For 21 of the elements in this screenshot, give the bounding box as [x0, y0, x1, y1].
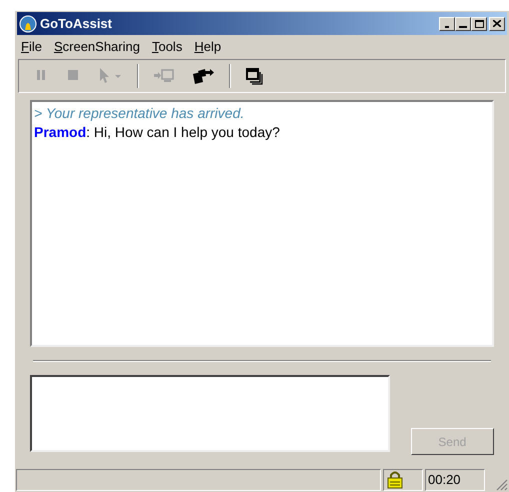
menu-item[interactable]: Tools	[152, 37, 182, 57]
window-title: GoToAssist	[40, 14, 112, 33]
menu-item[interactable]: File	[21, 37, 42, 57]
close-button[interactable]	[489, 16, 505, 30]
resize-grip-icon	[496, 479, 508, 491]
pointer-icon	[97, 67, 123, 85]
overlapping-windows-icon	[245, 67, 265, 85]
chat-message: : Hi, How can I help you today?	[86, 124, 280, 140]
message-input-field[interactable]	[30, 375, 390, 452]
elapsed-time: 00:20	[428, 470, 461, 489]
files-arrow-icon	[191, 67, 215, 85]
menu-item[interactable]: ScreenSharing	[54, 37, 140, 57]
sender-name: Pramod	[34, 124, 86, 140]
maximize-button[interactable]	[471, 16, 487, 30]
system-message: > Your representative has arrived.	[34, 104, 246, 123]
minimize-button[interactable]	[439, 16, 455, 30]
menu-item[interactable]: Help	[194, 37, 222, 57]
app-logo-icon	[19, 14, 37, 32]
minimize-button[interactable]	[455, 16, 471, 30]
close-icon	[493, 20, 501, 27]
arrow-monitor-icon	[153, 67, 175, 85]
